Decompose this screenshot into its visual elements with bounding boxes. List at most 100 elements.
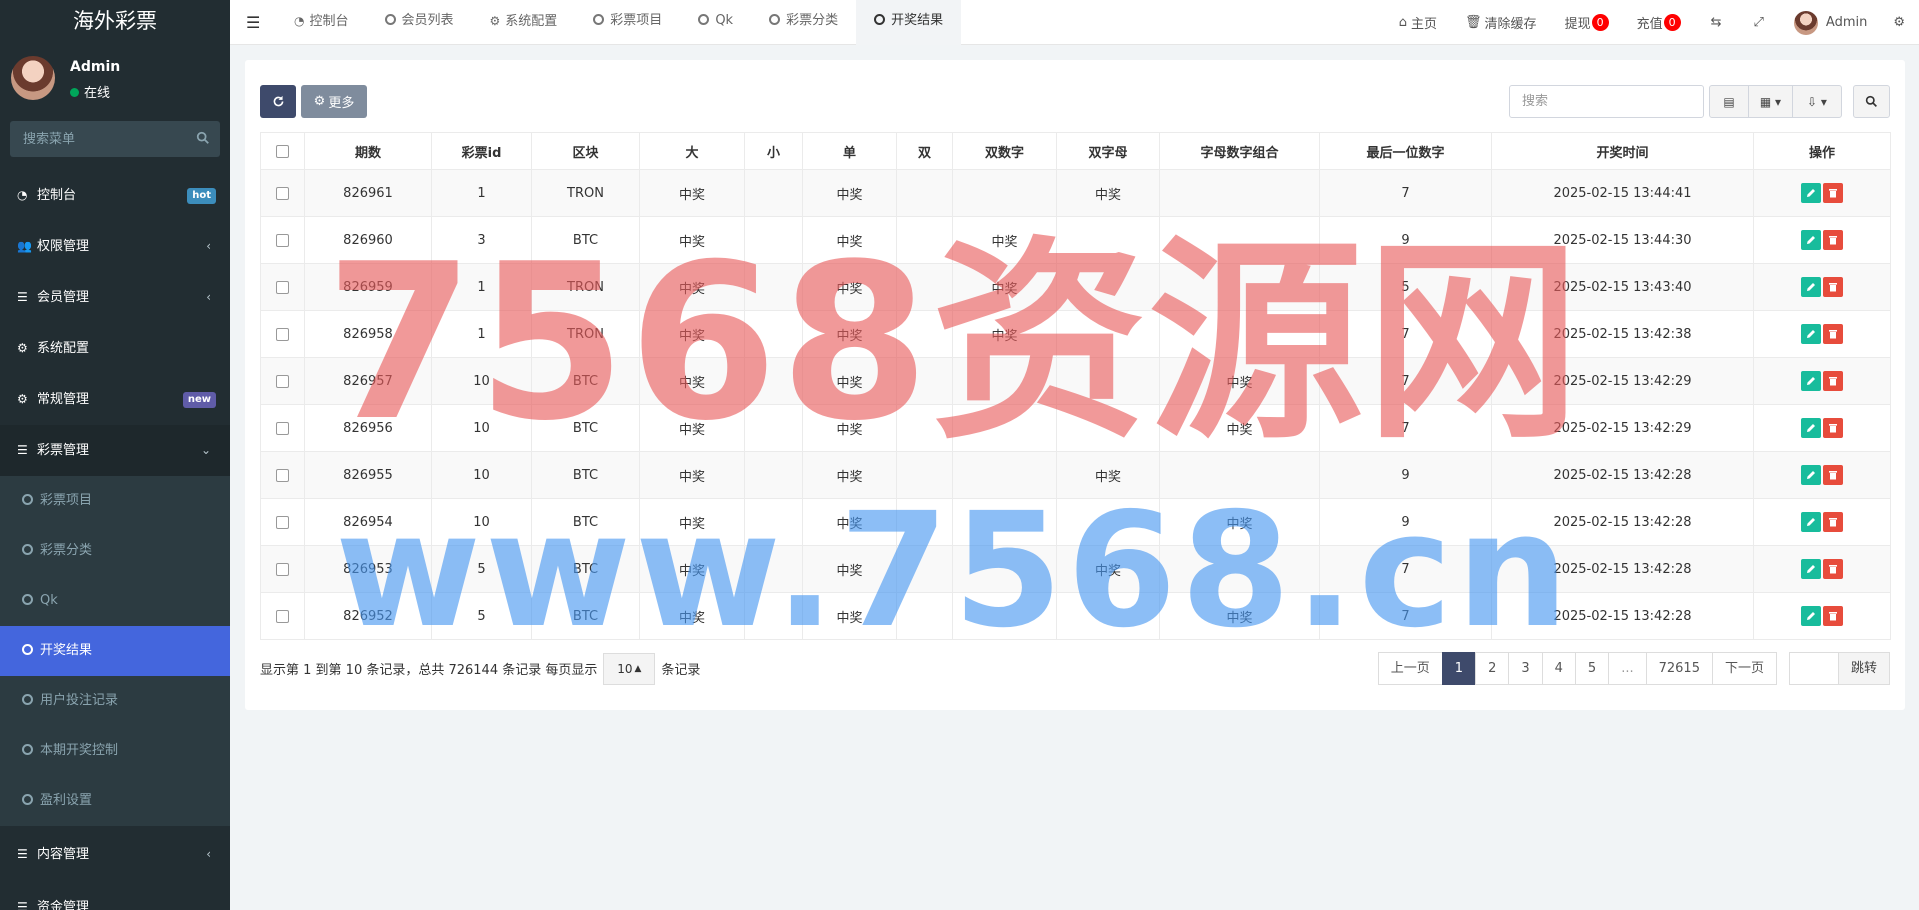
delete-button[interactable] (1823, 559, 1843, 579)
sidebar-item-permissions[interactable]: 👥 权限管理 ‹ (0, 221, 230, 272)
admin-menu[interactable]: Admin (1780, 10, 1881, 35)
page-button-2[interactable]: 2 (1475, 652, 1510, 685)
row-checkbox[interactable] (276, 186, 289, 200)
prev-page-button[interactable]: 上一页 (1377, 652, 1443, 685)
tab-dashboard[interactable]: ◔ 控制台 (276, 0, 367, 45)
edit-button[interactable] (1801, 559, 1821, 579)
row-checkbox[interactable] (276, 280, 289, 294)
sidebar-item-dashboard[interactable]: ◔ 控制台 hot (0, 170, 230, 221)
row-checkbox[interactable] (276, 327, 289, 341)
advanced-search-button[interactable] (1853, 85, 1890, 118)
tab-lottery-projects[interactable]: 彩票项目 (575, 0, 680, 45)
col-header[interactable]: 最后一位数字 (1319, 132, 1492, 170)
refresh-button[interactable] (260, 85, 296, 118)
tab-draw-results[interactable]: 开奖结果 (856, 0, 962, 45)
edit-button[interactable] (1801, 606, 1821, 626)
page-size-dropdown[interactable]: 10 ▲ (603, 652, 656, 685)
edit-button[interactable] (1801, 371, 1821, 391)
clear-cache-link[interactable]: 🗑 清除缓存 (1451, 13, 1551, 32)
app-logo[interactable]: 海外彩票 (0, 0, 230, 42)
row-checkbox[interactable] (276, 374, 289, 388)
row-checkbox[interactable] (276, 609, 289, 623)
language-icon[interactable]: ⇆ (1695, 15, 1738, 30)
sidebar-subitem-profit-settings[interactable]: 盈利设置 (0, 776, 230, 826)
menu-search-input[interactable] (10, 121, 220, 157)
sidebar-item-finance[interactable]: ☰ 资金管理 (0, 882, 230, 910)
edit-button[interactable] (1801, 230, 1821, 250)
delete-button[interactable] (1823, 418, 1843, 438)
select-all-checkbox[interactable] (276, 144, 289, 158)
sidebar-item-members[interactable]: ☰ 会员管理 ‹ (0, 272, 230, 323)
row-checkbox[interactable] (276, 421, 289, 435)
fullscreen-icon[interactable]: ⤢ (1738, 15, 1780, 30)
col-header[interactable]: 字母数字组合 (1159, 132, 1320, 170)
delete-button[interactable] (1823, 183, 1843, 203)
page-button-5[interactable]: 5 (1574, 652, 1610, 685)
export-button[interactable]: ⇩ ▾ (1792, 85, 1842, 118)
delete-button[interactable] (1823, 512, 1843, 532)
search-icon[interactable] (196, 131, 210, 145)
delete-button[interactable] (1823, 606, 1843, 626)
table-search-input[interactable] (1509, 85, 1704, 118)
jump-button[interactable]: 跳转 (1837, 652, 1890, 685)
sidebar-subitem-bet-records[interactable]: 用户投注记录 (0, 676, 230, 726)
more-button[interactable]: ⚙ 更多 (301, 85, 367, 118)
home-link[interactable]: ⌂ 主页 (1385, 13, 1451, 32)
tab-qk[interactable]: Qk (680, 0, 751, 45)
recharge-link[interactable]: 充值 0 (1623, 13, 1695, 32)
delete-button[interactable] (1823, 277, 1843, 297)
tab-lottery-categories[interactable]: 彩票分类 (751, 0, 856, 45)
col-header[interactable]: 双 (896, 132, 953, 170)
withdraw-link[interactable]: 提现 0 (1551, 13, 1623, 32)
col-header[interactable]: 小 (744, 132, 803, 170)
next-page-button[interactable]: 下一页 (1711, 652, 1777, 685)
delete-button[interactable] (1823, 465, 1843, 485)
row-checkbox[interactable] (276, 562, 289, 576)
sidebar-subitem-lottery-categories[interactable]: 彩票分类 (0, 526, 230, 576)
page-button-last[interactable]: 72615 (1645, 652, 1713, 685)
table-row: 826959 1 TRON 中奖 中奖 中奖 5 2025-02-15 13:43:40 (260, 263, 1891, 311)
row-checkbox[interactable] (276, 233, 289, 247)
columns-button[interactable]: ▦ ▾ (1748, 85, 1793, 118)
tab-label: 会员列表 (401, 13, 454, 28)
sidebar-item-lottery[interactable]: ☰ 彩票管理 ⌄ (0, 425, 230, 476)
sidebar-subitem-lottery-projects[interactable]: 彩票项目 (0, 476, 230, 526)
col-header[interactable]: 大 (639, 132, 745, 170)
col-header[interactable]: 期数 (304, 132, 432, 170)
page-button-4[interactable]: 4 (1541, 652, 1576, 685)
edit-button[interactable] (1801, 512, 1821, 532)
delete-button[interactable] (1823, 324, 1843, 344)
col-header[interactable]: 开奖时间 (1491, 132, 1754, 170)
jump-page-input[interactable] (1788, 652, 1839, 685)
edit-button[interactable] (1801, 183, 1821, 203)
sidebar-subitem-draw-control[interactable]: 本期开奖控制 (0, 726, 230, 776)
toggle-view-button[interactable]: ▤ (1709, 85, 1749, 118)
sidebar-subitem-qk[interactable]: Qk (0, 576, 230, 626)
col-header[interactable]: 单 (802, 132, 897, 170)
edit-button[interactable] (1801, 465, 1821, 485)
edit-button[interactable] (1801, 277, 1821, 297)
edit-button[interactable] (1801, 418, 1821, 438)
sidebar-subitem-draw-results[interactable]: 开奖结果 (0, 626, 230, 676)
table-cell: 826959 (304, 263, 432, 311)
sidebar-item-general[interactable]: ⚙ 常规管理 new (0, 374, 230, 425)
sidebar-item-content[interactable]: ☰ 内容管理 ‹ (0, 826, 230, 882)
row-checkbox[interactable] (276, 468, 289, 482)
table-cell (744, 545, 803, 593)
col-header[interactable]: 双字母 (1056, 132, 1160, 170)
tab-system-config[interactable]: ⚙ 系统配置 (472, 0, 576, 45)
delete-button[interactable] (1823, 371, 1843, 391)
tab-member-list[interactable]: 会员列表 (367, 0, 472, 45)
edit-button[interactable] (1801, 324, 1821, 344)
sidebar-item-system-config[interactable]: ⚙ 系统配置 (0, 323, 230, 374)
table-cell: 5 (431, 545, 532, 593)
col-header[interactable]: 双数字 (952, 132, 1057, 170)
menu-toggle-icon[interactable]: ☰ (246, 13, 260, 32)
col-header[interactable]: 彩票id (431, 132, 532, 170)
col-header[interactable]: 区块 (531, 132, 640, 170)
row-checkbox[interactable] (276, 515, 289, 529)
page-button-3[interactable]: 3 (1508, 652, 1543, 685)
page-button-1[interactable]: 1 (1441, 652, 1477, 685)
settings-gear-icon[interactable]: ⚙ (1881, 15, 1919, 30)
delete-button[interactable] (1823, 230, 1843, 250)
